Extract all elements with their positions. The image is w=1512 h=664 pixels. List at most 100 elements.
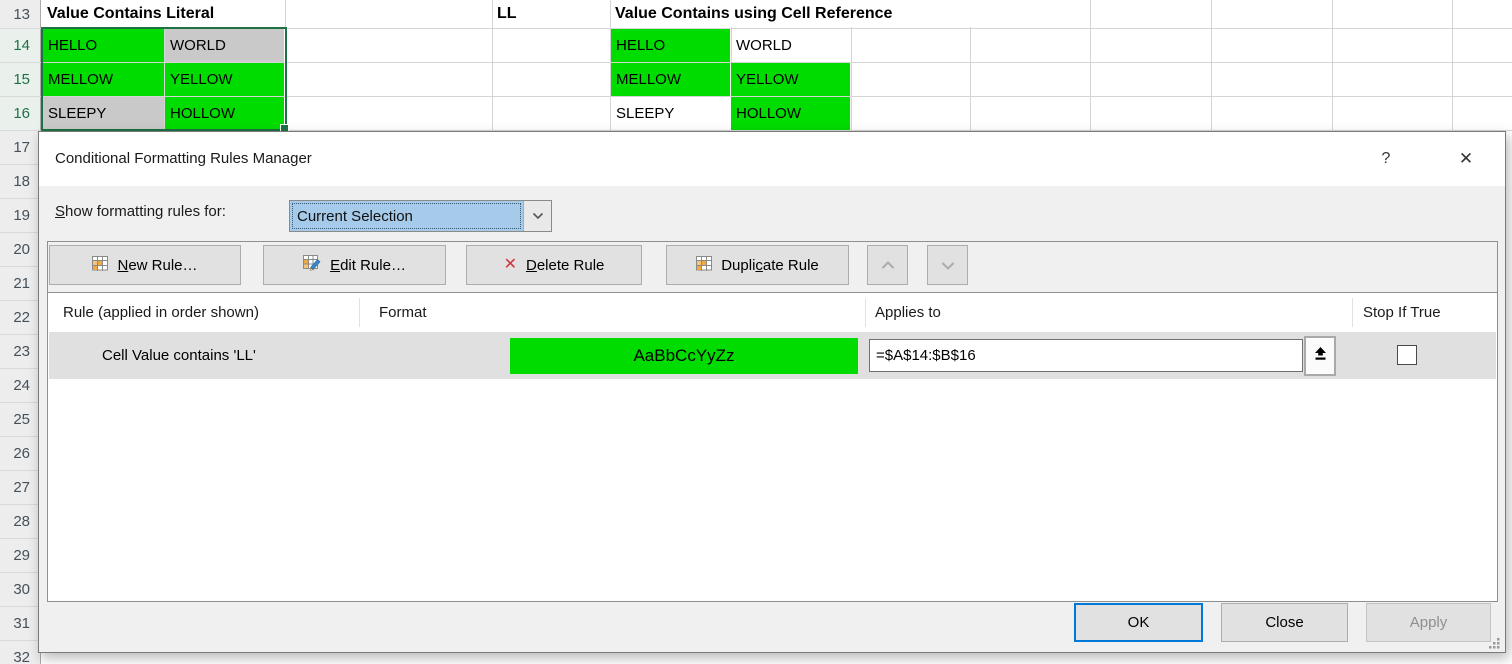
column-separator — [1352, 298, 1353, 327]
row-header-separator — [0, 504, 41, 505]
applies-to-input[interactable] — [869, 339, 1303, 372]
show-rules-combobox[interactable]: Current Selection — [289, 200, 552, 232]
selection-border — [41, 27, 287, 131]
row-header-31[interactable]: 31 — [0, 606, 30, 640]
apply-button[interactable]: Apply — [1366, 603, 1491, 642]
show-rules-label-rest: how formatting rules for: — [65, 203, 226, 220]
row-header-14[interactable]: 14 — [0, 28, 39, 62]
duplicate-rule-label: Duplicate Rule — [721, 257, 819, 274]
rules-toolbar: New Rule… Edit Rule… ✕ Delete Rule Dupli… — [47, 241, 1498, 294]
cell-right-15-2[interactable]: YELLOW — [731, 63, 850, 96]
row-header-separator — [0, 640, 41, 641]
table-grid-icon — [696, 256, 712, 275]
red-x-icon: ✕ — [504, 257, 517, 273]
resize-grip-icon[interactable] — [1487, 636, 1501, 650]
row-header-21[interactable]: 21 — [0, 266, 30, 300]
row-header-32[interactable]: 32 — [0, 640, 30, 664]
chevron-down-icon — [941, 257, 955, 274]
row-header-separator — [0, 402, 41, 403]
table-grid-icon — [92, 256, 108, 275]
screen: 1314151617181920212223242526272829303132… — [0, 0, 1512, 664]
table-grid-pencil-icon — [303, 255, 321, 275]
row-header-separator — [0, 28, 41, 29]
row-header-17[interactable]: 17 — [0, 130, 30, 164]
row-header-separator — [0, 436, 41, 437]
collapse-dialog-button[interactable] — [1304, 336, 1336, 376]
row-header-16[interactable]: 16 — [0, 96, 39, 130]
rules-list: Rule (applied in order shown) Format App… — [47, 292, 1498, 602]
combobox-value[interactable]: Current Selection — [290, 201, 523, 231]
row-header-30[interactable]: 30 — [0, 572, 30, 606]
rule-description: Cell Value contains 'LL' — [102, 332, 256, 379]
delete-rule-button[interactable]: ✕ Delete Rule — [466, 245, 642, 285]
column-header-rule: Rule (applied in order shown) — [63, 293, 259, 332]
row-header-separator — [0, 606, 41, 607]
row-header-24[interactable]: 24 — [0, 368, 30, 402]
dialog-title: Conditional Formatting Rules Manager — [55, 132, 312, 186]
delete-rule-label: Delete Rule — [526, 257, 604, 274]
row-header-separator — [0, 198, 41, 199]
cell-right-16-2[interactable]: HOLLOW — [731, 97, 850, 130]
row-header-separator — [0, 300, 41, 301]
row-header-separator — [0, 62, 41, 63]
gridline-vertical — [1332, 0, 1333, 131]
ok-button[interactable]: OK — [1074, 603, 1203, 642]
row-header-separator — [0, 164, 41, 165]
new-rule-button[interactable]: New Rule… — [49, 245, 241, 285]
column-separator — [359, 298, 360, 327]
new-rule-label: New Rule… — [117, 257, 197, 274]
column-separator — [865, 298, 866, 327]
chevron-down-icon[interactable] — [523, 201, 551, 231]
gridline-vertical — [1452, 0, 1453, 131]
move-rule-up-button[interactable] — [867, 245, 908, 285]
row-header-27[interactable]: 27 — [0, 470, 30, 504]
duplicate-rule-button[interactable]: Duplicate Rule — [666, 245, 849, 285]
cell-right-14-1[interactable]: HELLO — [611, 29, 730, 62]
collapse-dialog-icon — [1313, 346, 1328, 366]
row-header-separator — [0, 334, 41, 335]
row-header-column: 1314151617181920212223242526272829303132 — [0, 0, 41, 664]
row-header-separator — [0, 538, 41, 539]
row-header-separator — [0, 470, 41, 471]
row-header-26[interactable]: 26 — [0, 436, 30, 470]
column-header-applies-to: Applies to — [875, 293, 941, 332]
edit-rule-label: Edit Rule… — [330, 257, 406, 274]
row-header-13[interactable]: 13 — [0, 0, 30, 28]
cell-right-14-2[interactable]: WORLD — [731, 29, 850, 62]
chevron-up-icon — [881, 257, 895, 274]
column-header-format: Format — [379, 293, 427, 332]
row-header-15[interactable]: 15 — [0, 62, 39, 96]
move-rule-down-button[interactable] — [927, 245, 968, 285]
cell-right-16-1[interactable]: SLEEPY — [611, 97, 730, 130]
cell-header-literal[interactable]: Value Contains Literal — [43, 0, 285, 27]
dialog-title-bar[interactable]: Conditional Formatting Rules Manager ? ✕ — [39, 132, 1505, 186]
format-preview-chip: AaBbCcYyZz — [510, 338, 858, 374]
row-header-23[interactable]: 23 — [0, 334, 30, 368]
show-rules-label: Show formatting rules for: — [55, 196, 226, 228]
edit-rule-button[interactable]: Edit Rule… — [263, 245, 446, 285]
row-header-separator — [0, 232, 41, 233]
row-header-separator — [0, 96, 41, 97]
gridline-vertical — [1090, 0, 1091, 131]
row-header-22[interactable]: 22 — [0, 300, 30, 334]
conditional-formatting-rules-manager-dialog: Conditional Formatting Rules Manager ? ✕… — [38, 131, 1506, 653]
row-header-separator — [0, 266, 41, 267]
row-header-29[interactable]: 29 — [0, 538, 30, 572]
help-button[interactable]: ? — [1371, 144, 1401, 174]
cell-header-ll[interactable]: LL — [493, 0, 608, 27]
cell-right-15-1[interactable]: MELLOW — [611, 63, 730, 96]
gridline-vertical — [1211, 0, 1212, 131]
row-header-separator — [0, 130, 41, 131]
cell-header-cell-reference[interactable]: Value Contains using Cell Reference — [611, 0, 1000, 27]
rule-row-selected[interactable]: Cell Value contains 'LL' AaBbCcYyZz — [49, 332, 1496, 379]
row-header-separator — [0, 572, 41, 573]
row-header-20[interactable]: 20 — [0, 232, 30, 266]
row-header-28[interactable]: 28 — [0, 504, 30, 538]
row-header-19[interactable]: 19 — [0, 198, 30, 232]
row-header-25[interactable]: 25 — [0, 402, 30, 436]
show-rules-accelerator: S — [55, 203, 65, 220]
close-button[interactable]: Close — [1221, 603, 1348, 642]
close-icon[interactable]: ✕ — [1447, 143, 1485, 175]
row-header-18[interactable]: 18 — [0, 164, 30, 198]
stop-if-true-checkbox[interactable] — [1397, 345, 1417, 365]
